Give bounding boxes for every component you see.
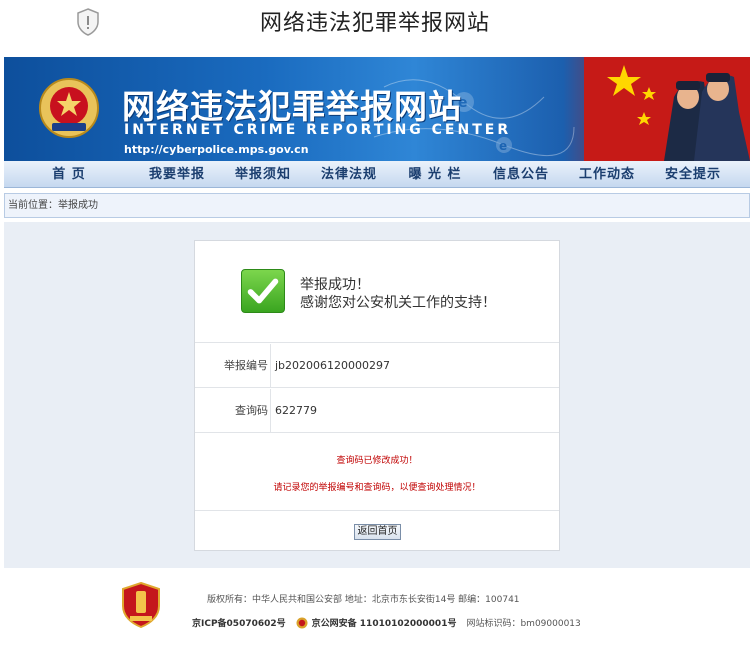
nav-item-announcements[interactable]: 信息公告 bbox=[478, 161, 564, 188]
police-badge-logo[interactable] bbox=[121, 582, 161, 628]
success-message-area: 举报成功！ 感谢您对公安机关工作的支持！ bbox=[195, 241, 559, 343]
success-title: 举报成功！ bbox=[300, 277, 370, 293]
police-record-icon bbox=[296, 617, 308, 628]
flag-police-graphic bbox=[584, 57, 750, 161]
back-home-button[interactable]: 返回首页 bbox=[354, 524, 401, 540]
svg-text:e: e bbox=[499, 139, 507, 153]
footer-records: 京ICP备05070602号 京公网安备 11010102000001号 网站标… bbox=[192, 616, 581, 629]
query-code-row: 查询码 622779 bbox=[195, 389, 559, 433]
success-thanks: 感谢您对公安机关工作的支持！ bbox=[300, 295, 496, 311]
icp-record-link[interactable]: 京ICP备05070602号 bbox=[192, 616, 286, 629]
notice-area: 查询码已修改成功！ 请记录您的举报编号和查询码，以便查询处理情况！ bbox=[195, 433, 559, 511]
query-code-updated-notice: 查询码已修改成功！ bbox=[336, 456, 418, 466]
nav-item-security-tips[interactable]: 安全提示 bbox=[650, 161, 736, 188]
police-emblem-icon bbox=[39, 78, 99, 138]
breadcrumb: 当前位置：举报成功 bbox=[4, 193, 750, 218]
page-title: 网络违法犯罪举报网站 bbox=[259, 11, 490, 36]
banner-url: http://cyberpolice.mps.gov.cn bbox=[124, 143, 309, 156]
report-number-label: 举报编号 bbox=[195, 344, 271, 388]
browser-title-bar: 网络违法犯罪举报网站 bbox=[0, 0, 750, 44]
nav-item-laws[interactable]: 法律法规 bbox=[306, 161, 392, 188]
query-code-value: 622779 bbox=[275, 404, 317, 417]
site-banner: e e 网络违法犯罪举报网站 INTERNET CRIME REPORTING … bbox=[4, 57, 750, 161]
check-icon bbox=[241, 269, 285, 313]
site-id: 网站标识码：bm09000013 bbox=[466, 619, 581, 629]
nav-item-work-news[interactable]: 工作动态 bbox=[564, 161, 650, 188]
report-number-row: 举报编号 jb202006120000297 bbox=[195, 344, 559, 388]
main-nav: 首 页 我要举报 举报须知 法律法规 曝 光 栏 信息公告 工作动态 安全提示 bbox=[4, 161, 750, 188]
footer-copyright: 版权所有：中华人民共和国公安部 地址：北京市东长安街14号 邮编：100741 bbox=[207, 595, 520, 605]
banner-title-cn: 网络违法犯罪举报网站 bbox=[122, 87, 462, 126]
nav-item-exposure[interactable]: 曝 光 栏 bbox=[392, 161, 478, 188]
query-code-label: 查询码 bbox=[195, 389, 271, 433]
nav-item-home[interactable]: 首 页 bbox=[4, 161, 134, 188]
nav-item-report[interactable]: 我要举报 bbox=[134, 161, 220, 188]
banner-title-en: INTERNET CRIME REPORTING CENTER bbox=[124, 122, 512, 138]
nav-item-guidelines[interactable]: 举报须知 bbox=[220, 161, 306, 188]
report-number-value: jb202006120000297 bbox=[275, 359, 391, 372]
record-reminder-notice: 请记录您的举报编号和查询码，以便查询处理情况！ bbox=[273, 483, 481, 493]
police-record-link[interactable]: 京公网安备 11010102000001号 bbox=[312, 616, 457, 629]
result-card: 举报成功！ 感谢您对公安机关工作的支持！ 举报编号 jb202006120000… bbox=[194, 240, 560, 551]
